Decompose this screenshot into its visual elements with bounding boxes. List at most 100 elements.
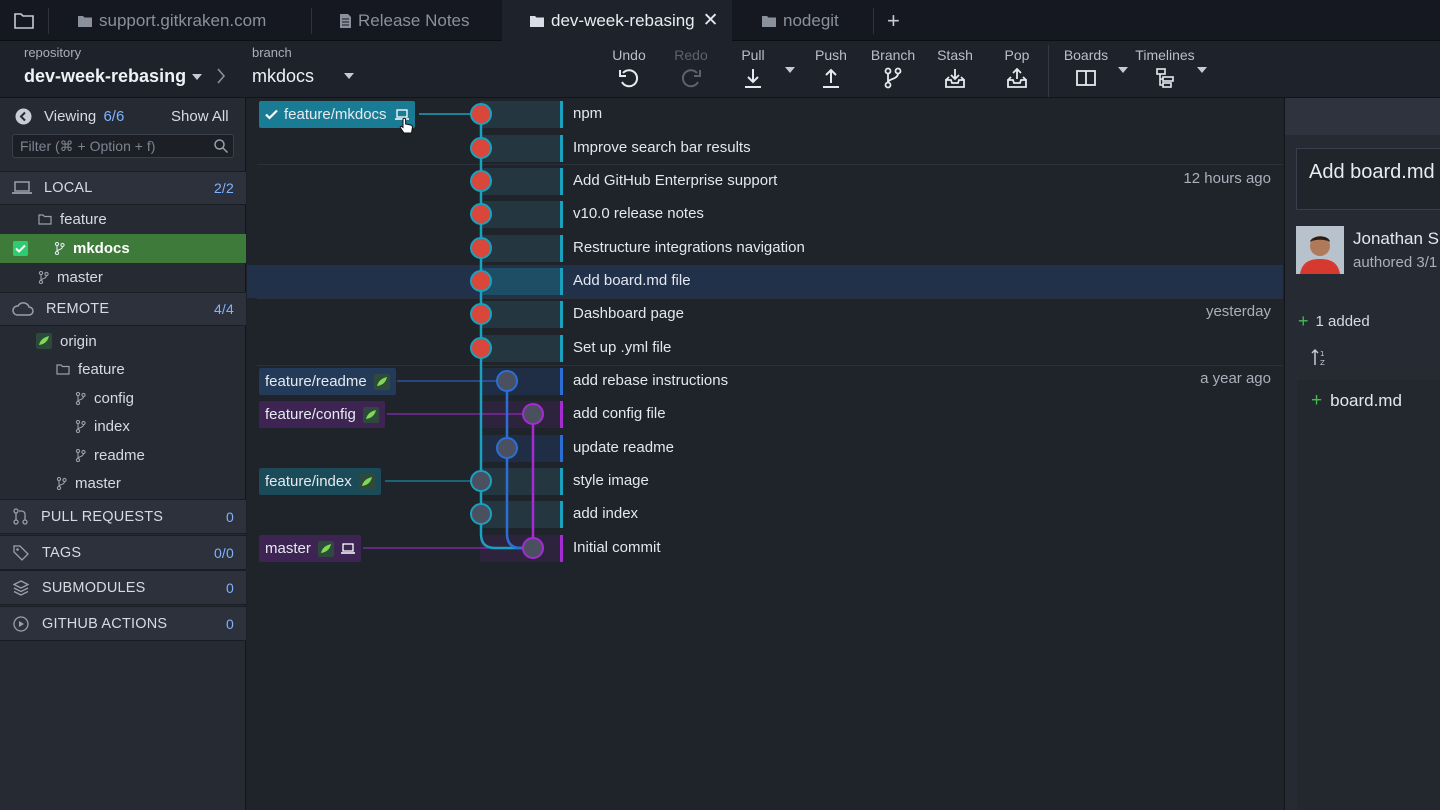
commit-message: npm	[573, 105, 603, 122]
tab-support[interactable]: support.gitkraken.com	[78, 0, 266, 41]
commit-summary-box[interactable]: Add board.md	[1296, 148, 1440, 210]
new-tab-plus-icon[interactable]: +	[887, 8, 900, 34]
back-arrow-icon[interactable]	[15, 108, 32, 125]
section-count: 0	[226, 508, 234, 525]
toolbar-divider	[1048, 45, 1049, 97]
folder-icon	[762, 15, 776, 27]
show-all-link[interactable]: Show All	[171, 108, 229, 125]
section-tags[interactable]: TAGS 0/0	[0, 535, 246, 570]
folder-icon	[56, 363, 70, 375]
remote-branch-master[interactable]: master	[0, 469, 246, 497]
file-name: board.md	[1330, 391, 1402, 410]
branch-badge-readme[interactable]: feature/readme	[259, 368, 396, 395]
sort-icon[interactable]: 1Z	[1311, 348, 1329, 366]
tree-folder-label: feature	[78, 360, 125, 378]
branch-icon	[75, 419, 86, 433]
author-name: Jonathan Si	[1353, 229, 1440, 248]
branch-label: branch	[252, 45, 292, 60]
plus-icon: +	[1311, 390, 1323, 411]
section-submodules[interactable]: SUBMODULES 0	[0, 570, 246, 605]
remote-branch-readme[interactable]: readme	[0, 441, 246, 469]
pull-options-caret-icon[interactable]	[785, 67, 795, 73]
tab-dev-week-rebasing[interactable]: dev-week-rebasing ✕	[502, 0, 732, 41]
timelines-caret-icon[interactable]	[1197, 67, 1207, 73]
push-label: Push	[815, 47, 847, 63]
tab-nodegit[interactable]: nodegit	[762, 0, 839, 41]
remote-origin[interactable]: origin	[0, 327, 246, 355]
viewing-label: Viewing	[44, 108, 97, 125]
boards-label: Boards	[1063, 47, 1109, 63]
file-list	[1297, 380, 1440, 810]
commit-avatar[interactable]	[470, 237, 492, 259]
commit-avatar[interactable]	[496, 437, 518, 459]
commit-avatar[interactable]	[522, 403, 544, 425]
remote-folder-feature[interactable]: feature	[0, 355, 246, 383]
tab-release-notes[interactable]: Release Notes	[340, 0, 470, 41]
section-remote[interactable]: REMOTE 4/4	[0, 292, 246, 326]
pull-request-icon	[13, 508, 28, 525]
commit-avatar[interactable]	[470, 270, 492, 292]
commit-avatar[interactable]	[470, 503, 492, 525]
gitkraken-leaf-icon	[36, 333, 52, 349]
push-button[interactable]: Push	[801, 47, 861, 89]
boards-button[interactable]: Boards	[1056, 47, 1116, 89]
plus-icon: +	[1298, 311, 1309, 331]
repository-name: dev-week-rebasing	[24, 66, 187, 86]
branch-badge-mkdocs[interactable]: feature/mkdocs	[259, 101, 415, 128]
stash-button[interactable]: Stash	[925, 47, 985, 89]
boards-caret-icon[interactable]	[1118, 67, 1128, 73]
remote-branch-index[interactable]: index	[0, 412, 246, 440]
branch-badge-config[interactable]: feature/config	[259, 401, 385, 428]
close-icon[interactable]: ✕	[703, 9, 719, 32]
branch-label: master	[57, 268, 103, 286]
branch-button[interactable]: Branch	[863, 47, 923, 89]
filter-input[interactable]: Filter (⌘ + Option + f)	[12, 134, 234, 158]
caret-down-icon	[192, 73, 203, 80]
pop-button[interactable]: Pop	[987, 47, 1047, 89]
section-local[interactable]: LOCAL 2/2	[0, 171, 246, 205]
commit-message: Add GitHub Enterprise support	[573, 172, 778, 189]
commit-avatar[interactable]	[470, 170, 492, 192]
section-remote-label: REMOTE	[46, 301, 110, 317]
section-local-count: 2/2	[213, 180, 234, 196]
branch-selector[interactable]: mkdocs	[252, 66, 357, 87]
commit-avatar[interactable]	[470, 203, 492, 225]
timelines-button[interactable]: Timelines	[1135, 47, 1195, 89]
section-label: SUBMODULES	[42, 579, 146, 596]
tree-folder-label: feature	[60, 210, 107, 228]
remote-origin-label: origin	[60, 332, 97, 350]
repository-label: repository	[24, 45, 82, 60]
branch-badge-master[interactable]: master	[259, 535, 361, 562]
redo-button[interactable]: Redo	[661, 47, 721, 89]
remote-branch-config[interactable]: config	[0, 384, 246, 412]
undo-button[interactable]: Undo	[599, 47, 659, 89]
branch-badge-label: master	[265, 540, 311, 557]
commit-avatar[interactable]	[470, 337, 492, 359]
file-item[interactable]: + board.md	[1311, 390, 1402, 412]
branch-icon	[75, 391, 86, 405]
commit-avatar[interactable]	[470, 470, 492, 492]
commit-avatar[interactable]	[470, 103, 492, 125]
sidebar-branch-mkdocs[interactable]: mkdocs	[0, 234, 246, 263]
folder-icon	[38, 213, 52, 225]
branch-badge-label: feature/index	[265, 473, 352, 490]
section-pull-requests[interactable]: PULL REQUESTS 0	[0, 499, 246, 534]
commit-message: Initial commit	[573, 539, 661, 556]
commit-avatar[interactable]	[522, 537, 544, 559]
branch-badge-index[interactable]: feature/index	[259, 468, 381, 495]
pull-button[interactable]: Pull	[723, 47, 783, 89]
caret-down-icon	[344, 73, 354, 79]
commit-avatar[interactable]	[470, 303, 492, 325]
section-github-actions[interactable]: GITHUB ACTIONS 0	[0, 606, 246, 641]
section-count: 0	[226, 615, 234, 632]
repo-folder-icon[interactable]	[14, 12, 34, 29]
sidebar-branch-master[interactable]: master	[0, 263, 246, 291]
section-local-label: LOCAL	[44, 180, 93, 196]
section-count: 0/0	[213, 544, 234, 561]
commit-time: a year ago	[1200, 370, 1271, 387]
commit-avatar[interactable]	[496, 370, 518, 392]
commit-avatar[interactable]	[470, 137, 492, 159]
svg-text:1: 1	[1320, 350, 1324, 358]
repository-selector[interactable]: dev-week-rebasing	[24, 66, 203, 87]
tree-folder-feature[interactable]: feature	[0, 205, 246, 233]
